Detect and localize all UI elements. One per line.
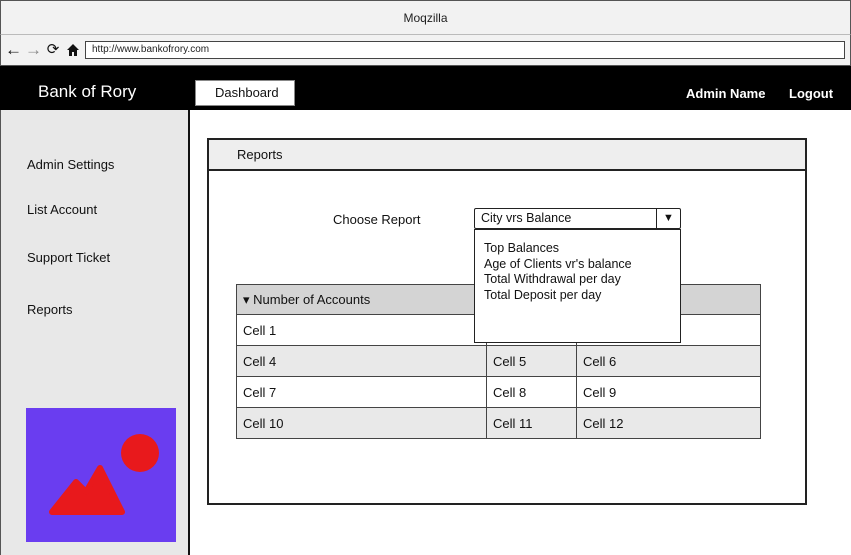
image-placeholder-icon (26, 408, 176, 542)
table-cell: Cell 7 (236, 376, 487, 408)
table-cell: Cell 12 (576, 407, 761, 439)
admin-name-link[interactable]: Admin Name (686, 86, 765, 101)
sidebar-item-reports[interactable]: Reports (27, 302, 73, 317)
forward-arrow-icon[interactable]: → (25, 41, 42, 59)
table-cell: Cell 8 (486, 376, 577, 408)
sidebar-item-list-account[interactable]: List Account (27, 202, 97, 217)
sidebar-item-admin-settings[interactable]: Admin Settings (27, 157, 114, 172)
back-arrow-icon[interactable]: ← (5, 41, 22, 59)
brand-logo[interactable]: Bank of Rory (38, 82, 136, 102)
table-row: Cell 7 Cell 8 Cell 9 (236, 376, 761, 408)
app-header: Bank of Rory Dashboard Admin Name Logout (0, 66, 851, 110)
dropdown-option[interactable]: Top Balances (484, 241, 680, 257)
table-cell: Cell 6 (576, 345, 761, 377)
url-input[interactable]: http://www.bankofrory.com (85, 41, 845, 59)
dropdown-option[interactable]: Age of Clients vr's balance (484, 257, 680, 273)
dropdown-option[interactable]: Total Deposit per day (484, 288, 680, 304)
table-cell: Cell 4 (236, 345, 487, 377)
table-cell: Cell 5 (486, 345, 577, 377)
table-cell: Cell 1 (236, 314, 487, 346)
table-cell: Cell 10 (236, 407, 487, 439)
browser-toolbar: ← → ⟳ http://www.bankofrory.com (0, 34, 851, 66)
tab-dashboard[interactable]: Dashboard (195, 80, 295, 106)
choose-report-label: Choose Report (333, 212, 421, 227)
reload-icon[interactable]: ⟳ (45, 41, 61, 59)
home-icon[interactable] (65, 41, 81, 59)
reports-panel-title: Reports (207, 138, 807, 171)
sidebar-item-support-ticket[interactable]: Support Ticket (27, 250, 110, 265)
table-cell: Cell 11 (486, 407, 577, 439)
report-select[interactable]: City vrs Balance (474, 208, 681, 229)
window-title: Moqzilla (0, 0, 851, 34)
logout-link[interactable]: Logout (789, 86, 833, 101)
table-row: Cell 10 Cell 11 Cell 12 (236, 407, 761, 439)
report-dropdown-list: Top Balances Age of Clients vr's balance… (474, 229, 681, 343)
chevron-down-icon[interactable]: ▼ (656, 209, 680, 228)
table-header-number-of-accounts[interactable]: ▾ Number of Accounts (236, 284, 487, 315)
table-row: Cell 4 Cell 5 Cell 6 (236, 345, 761, 377)
dropdown-option[interactable]: Total Withdrawal per day (484, 272, 680, 288)
table-cell: Cell 9 (576, 376, 761, 408)
